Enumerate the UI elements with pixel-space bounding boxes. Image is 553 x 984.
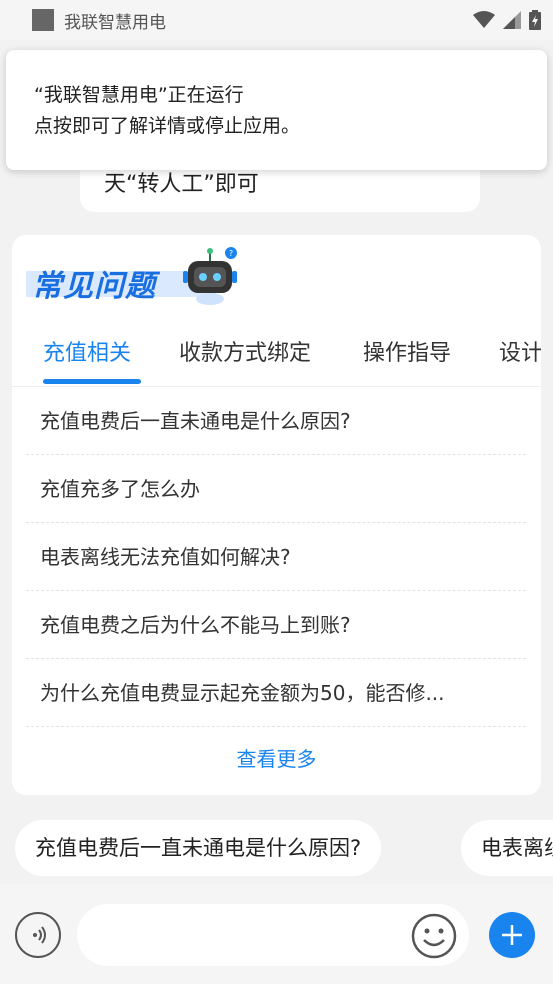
notification-line-1: “我联智慧用电”正在运行 bbox=[34, 84, 244, 106]
list-item[interactable]: 电表离线无法充值如何解决? bbox=[26, 523, 526, 591]
robot-icon: ? bbox=[183, 247, 237, 305]
status-icons bbox=[473, 10, 541, 30]
battery-icon bbox=[529, 10, 541, 30]
list-item[interactable]: 为什么充值电费显示起充金额为50，能否修... bbox=[26, 659, 526, 727]
plus-icon bbox=[502, 925, 522, 945]
tab-settings[interactable]: 设计 bbox=[499, 335, 541, 367]
running-notification[interactable]: “我联智慧用电”正在运行 点按即可了解详情或停止应用。 bbox=[6, 50, 547, 170]
voice-button[interactable] bbox=[15, 912, 61, 958]
suggestion-chip[interactable]: 充值电费后一直未通电是什么原因? bbox=[15, 820, 382, 876]
active-tab-indicator bbox=[43, 379, 141, 384]
faq-tabs: 充值相关 收款方式绑定 操作指导 设计 bbox=[12, 321, 541, 387]
chat-bubble-text: 天“转人工”即可 bbox=[104, 172, 259, 197]
suggestion-chip[interactable]: 电表离线无法充值如何解决? bbox=[461, 820, 553, 876]
notification-line-2: 点按即可了解详情或停止应用。 bbox=[34, 115, 301, 137]
voice-icon bbox=[33, 926, 46, 944]
add-button[interactable] bbox=[489, 912, 535, 958]
faq-header: 常见问题 ? bbox=[26, 247, 237, 313]
tab-recharge[interactable]: 充值相关 bbox=[43, 335, 131, 367]
tab-payment-binding[interactable]: 收款方式绑定 bbox=[179, 335, 311, 367]
app-notification-icon bbox=[32, 9, 54, 31]
list-item[interactable]: 充值电费后一直未通电是什么原因? bbox=[26, 387, 526, 455]
faq-card: 常见问题 ? 充值相关 收款方式绑定 操作指导 设计 充值电费后一直未通电是什么… bbox=[12, 235, 541, 795]
list-item[interactable]: 充值充多了怎么办 bbox=[26, 455, 526, 523]
faq-list: 充值电费后一直未通电是什么原因? 充值充多了怎么办 电表离线无法充值如何解决? … bbox=[26, 387, 526, 727]
wifi-icon bbox=[473, 11, 495, 28]
svg-text:?: ? bbox=[229, 249, 233, 258]
status-app-name: 我联智慧用电 bbox=[64, 12, 166, 33]
status-bar: 我联智慧用电 bbox=[0, 0, 553, 40]
input-bar bbox=[0, 884, 553, 984]
signal-icon bbox=[503, 11, 521, 29]
tab-operation-guide[interactable]: 操作指导 bbox=[363, 335, 451, 367]
faq-title: 常见问题 bbox=[32, 269, 156, 304]
list-item[interactable]: 充值电费之后为什么不能马上到账? bbox=[26, 591, 526, 659]
view-more-link[interactable]: 查看更多 bbox=[12, 743, 541, 772]
emoji-icon[interactable] bbox=[410, 912, 458, 960]
suggestion-chips: 充值电费后一直未通电是什么原因? 电表离线无法充值如何解决? bbox=[0, 820, 553, 876]
